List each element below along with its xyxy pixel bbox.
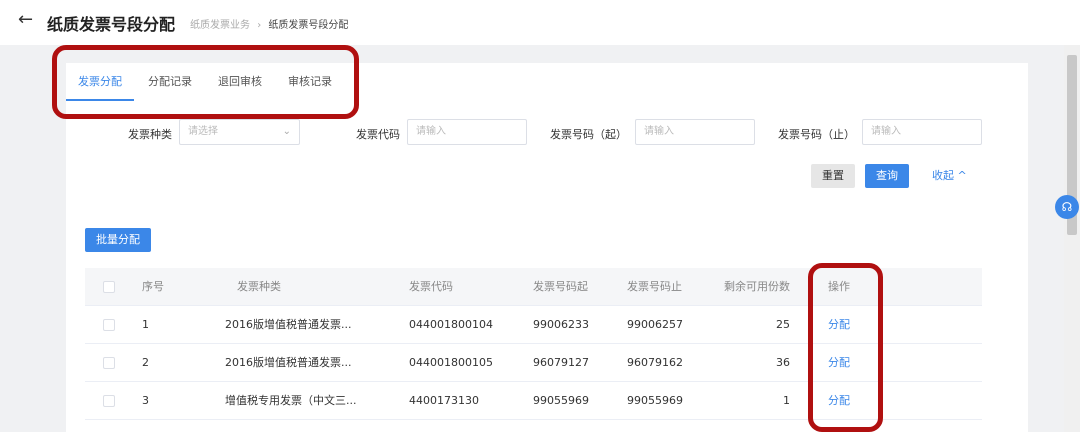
breadcrumb-separator: › xyxy=(257,20,262,31)
col-start: 发票号码起 xyxy=(533,280,588,293)
row-remaining: 25 xyxy=(776,318,790,331)
row-code: 044001800105 xyxy=(409,356,493,369)
collapse-label: 收起 xyxy=(932,169,954,182)
invoice-type-placeholder: 请选择 xyxy=(188,126,218,137)
row-no: 2 xyxy=(142,356,149,369)
batch-allocate-button[interactable]: 批量分配 xyxy=(85,228,151,252)
row-end: 99055969 xyxy=(627,394,683,407)
query-button[interactable]: 查询 xyxy=(865,164,909,188)
row-remaining: 36 xyxy=(776,356,790,369)
row-type: 2016版增值税普通发票... xyxy=(225,318,352,331)
collapse-button[interactable]: 收起 ^ xyxy=(921,164,978,188)
invoice-type-select[interactable]: 请选择 ⌄ xyxy=(179,119,300,145)
breadcrumb-parent[interactable]: 纸质发票业务 xyxy=(190,20,250,31)
col-no: 序号 xyxy=(142,280,164,293)
row-end: 96079162 xyxy=(627,356,683,369)
invoice-start-input[interactable]: 请输入 xyxy=(635,119,755,145)
chevron-up-icon: ^ xyxy=(957,169,967,182)
headset-support-icon[interactable]: ☊ xyxy=(1055,195,1079,219)
row-checkbox[interactable] xyxy=(103,319,115,331)
row-checkbox[interactable] xyxy=(103,357,115,369)
breadcrumb-current: 纸质发票号段分配 xyxy=(268,20,349,31)
invoice-start-label: 发票号码（起） xyxy=(550,128,627,141)
row-code: 4400173130 xyxy=(409,394,479,407)
row-start: 96079127 xyxy=(533,356,589,369)
invoice-end-input[interactable]: 请输入 xyxy=(862,119,982,145)
row-code: 044001800104 xyxy=(409,318,493,331)
chevron-down-icon: ⌄ xyxy=(282,126,291,137)
row-type: 2016版增值税普通发票... xyxy=(225,356,352,369)
col-remaining: 剩余可用份数 xyxy=(724,280,790,293)
annotation-highlight-tabs xyxy=(52,45,359,119)
invoice-code-label: 发票代码 xyxy=(356,128,400,141)
annotation-highlight-actions xyxy=(808,263,883,432)
row-checkbox[interactable] xyxy=(103,395,115,407)
row-start: 99055969 xyxy=(533,394,589,407)
col-end: 发票号码止 xyxy=(627,280,682,293)
row-start: 99006233 xyxy=(533,318,589,331)
invoice-type-label: 发票种类 xyxy=(128,128,172,141)
row-no: 3 xyxy=(142,394,149,407)
invoice-end-label: 发票号码（止） xyxy=(778,128,855,141)
row-end: 99006257 xyxy=(627,318,683,331)
col-code: 发票代码 xyxy=(409,280,453,293)
breadcrumb: 纸质发票业务 › 纸质发票号段分配 xyxy=(190,16,348,31)
col-type: 发票种类 xyxy=(237,280,281,293)
row-type: 增值税专用发票（中文三... xyxy=(225,394,357,407)
row-remaining: 1 xyxy=(783,394,790,407)
invoice-code-input[interactable]: 请输入 xyxy=(407,119,527,145)
back-arrow-icon[interactable]: ← xyxy=(18,9,33,30)
select-all-checkbox[interactable] xyxy=(103,281,115,293)
top-bar: ← 纸质发票号段分配 纸质发票业务 › 纸质发票号段分配 xyxy=(0,0,1080,45)
scrollbar[interactable] xyxy=(1064,45,1080,432)
page-title: 纸质发票号段分配 xyxy=(47,15,176,34)
row-no: 1 xyxy=(142,318,149,331)
reset-button[interactable]: 重置 xyxy=(811,164,855,188)
